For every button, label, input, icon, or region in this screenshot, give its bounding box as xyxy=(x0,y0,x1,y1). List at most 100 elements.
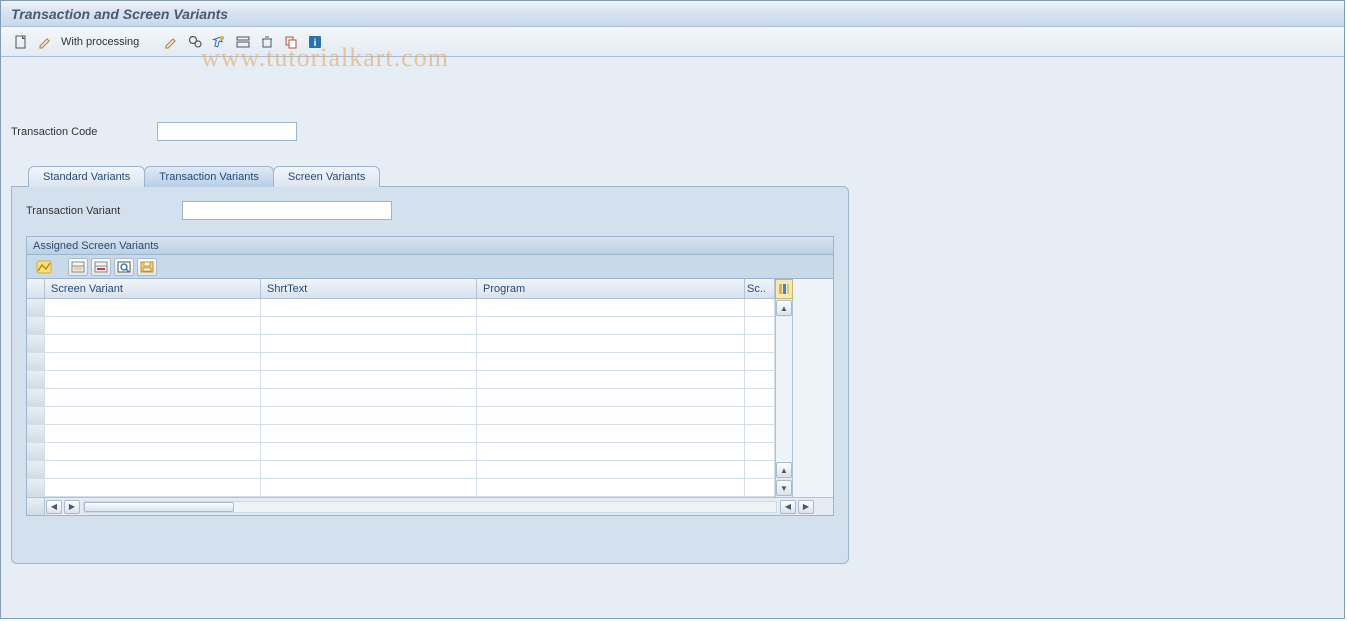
cell-sc[interactable] xyxy=(745,335,775,353)
cell-screen-variant[interactable] xyxy=(45,353,261,371)
info-icon[interactable]: i xyxy=(305,32,325,52)
save-icon[interactable] xyxy=(137,258,157,276)
table-row[interactable] xyxy=(27,407,775,425)
detail-view-icon[interactable] xyxy=(114,258,134,276)
table-row[interactable] xyxy=(27,335,775,353)
overview-icon[interactable] xyxy=(233,32,253,52)
cell-shrttext[interactable] xyxy=(261,371,477,389)
change-icon[interactable] xyxy=(35,32,55,52)
scroll-left-icon[interactable]: ◀ xyxy=(46,500,62,514)
cell-shrttext[interactable] xyxy=(261,335,477,353)
table-row[interactable] xyxy=(27,353,775,371)
scroll-up-icon[interactable]: ▲ xyxy=(776,300,792,316)
grid-header-sc[interactable]: Sc.. xyxy=(745,279,775,299)
scroll-step-left-icon[interactable]: ▶ xyxy=(64,500,80,514)
cell-shrttext[interactable] xyxy=(261,353,477,371)
transaction-code-input[interactable] xyxy=(157,122,297,141)
grid-header-rowsel[interactable] xyxy=(27,279,45,299)
cell-program[interactable] xyxy=(477,335,745,353)
cell-program[interactable] xyxy=(477,425,745,443)
cell-screen-variant[interactable] xyxy=(45,335,261,353)
table-row[interactable] xyxy=(27,299,775,317)
cell-sc[interactable] xyxy=(745,425,775,443)
cell-program[interactable] xyxy=(477,299,745,317)
row-selector[interactable] xyxy=(27,389,45,407)
hscroll-thumb[interactable] xyxy=(84,502,234,512)
table-row[interactable] xyxy=(27,371,775,389)
tab-screen-variants[interactable]: Screen Variants xyxy=(273,166,380,187)
cell-shrttext[interactable] xyxy=(261,461,477,479)
cell-screen-variant[interactable] xyxy=(45,371,261,389)
edit-icon[interactable] xyxy=(161,32,181,52)
vscroll-track[interactable] xyxy=(776,317,792,462)
cell-program[interactable] xyxy=(477,479,745,497)
cell-program[interactable] xyxy=(477,389,745,407)
cell-screen-variant[interactable] xyxy=(45,407,261,425)
cell-shrttext[interactable] xyxy=(261,443,477,461)
scroll-right-icon[interactable]: ▶ xyxy=(798,500,814,514)
cell-shrttext[interactable] xyxy=(261,317,477,335)
table-row[interactable] xyxy=(27,317,775,335)
row-selector[interactable] xyxy=(27,461,45,479)
cell-screen-variant[interactable] xyxy=(45,479,261,497)
cell-program[interactable] xyxy=(477,371,745,389)
cell-screen-variant[interactable] xyxy=(45,425,261,443)
cell-shrttext[interactable] xyxy=(261,389,477,407)
table-row[interactable] xyxy=(27,425,775,443)
cell-sc[interactable] xyxy=(745,299,775,317)
scroll-down-icon[interactable]: ▼ xyxy=(776,480,792,496)
scroll-step-right-icon[interactable]: ◀ xyxy=(780,500,796,514)
cell-sc[interactable] xyxy=(745,389,775,407)
cell-shrttext[interactable] xyxy=(261,407,477,425)
row-selector[interactable] xyxy=(27,299,45,317)
row-selector[interactable] xyxy=(27,353,45,371)
cell-shrttext[interactable] xyxy=(261,479,477,497)
cell-program[interactable] xyxy=(477,443,745,461)
cell-sc[interactable] xyxy=(745,407,775,425)
cell-sc[interactable] xyxy=(745,461,775,479)
cell-sc[interactable] xyxy=(745,479,775,497)
row-selector[interactable] xyxy=(27,443,45,461)
cell-sc[interactable] xyxy=(745,317,775,335)
grid-header-shrttext[interactable]: ShrtText xyxy=(261,279,477,299)
row-selector[interactable] xyxy=(27,317,45,335)
table-row[interactable] xyxy=(27,479,775,497)
display-icon[interactable] xyxy=(185,32,205,52)
grid-header-screen-variant[interactable]: Screen Variant xyxy=(45,279,261,299)
cell-program[interactable] xyxy=(477,317,745,335)
row-selector[interactable] xyxy=(27,479,45,497)
cell-sc[interactable] xyxy=(745,443,775,461)
scroll-page-up-icon[interactable]: ▲ xyxy=(776,462,792,478)
cell-sc[interactable] xyxy=(745,353,775,371)
cell-screen-variant[interactable] xyxy=(45,461,261,479)
row-selector[interactable] xyxy=(27,425,45,443)
cell-shrttext[interactable] xyxy=(261,299,477,317)
cell-sc[interactable] xyxy=(745,371,775,389)
cell-screen-variant[interactable] xyxy=(45,443,261,461)
delete-row-icon[interactable] xyxy=(91,258,111,276)
insert-row-icon[interactable] xyxy=(68,258,88,276)
vertical-scrollbar[interactable]: ▲ ▲ ▼ xyxy=(775,299,793,497)
cell-screen-variant[interactable] xyxy=(45,389,261,407)
column-config-icon[interactable] xyxy=(775,279,793,299)
row-selector[interactable] xyxy=(27,335,45,353)
cell-screen-variant[interactable] xyxy=(45,299,261,317)
horizontal-scrollbar[interactable]: ◀ ▶ ◀ ▶ xyxy=(27,497,833,515)
delete-icon[interactable] xyxy=(257,32,277,52)
cell-shrttext[interactable] xyxy=(261,425,477,443)
cell-program[interactable] xyxy=(477,461,745,479)
create-icon[interactable] xyxy=(11,32,31,52)
test-icon[interactable] xyxy=(209,32,229,52)
table-row[interactable] xyxy=(27,443,775,461)
row-selector[interactable] xyxy=(27,371,45,389)
grid-header-program[interactable]: Program xyxy=(477,279,745,299)
tab-standard-variants[interactable]: Standard Variants xyxy=(28,166,145,187)
cell-program[interactable] xyxy=(477,353,745,371)
copy-icon[interactable] xyxy=(281,32,301,52)
table-row[interactable] xyxy=(27,461,775,479)
transaction-variant-input[interactable] xyxy=(182,201,392,220)
hscroll-track[interactable] xyxy=(83,501,777,513)
tab-transaction-variants[interactable]: Transaction Variants xyxy=(144,166,274,187)
row-selector[interactable] xyxy=(27,407,45,425)
cell-screen-variant[interactable] xyxy=(45,317,261,335)
